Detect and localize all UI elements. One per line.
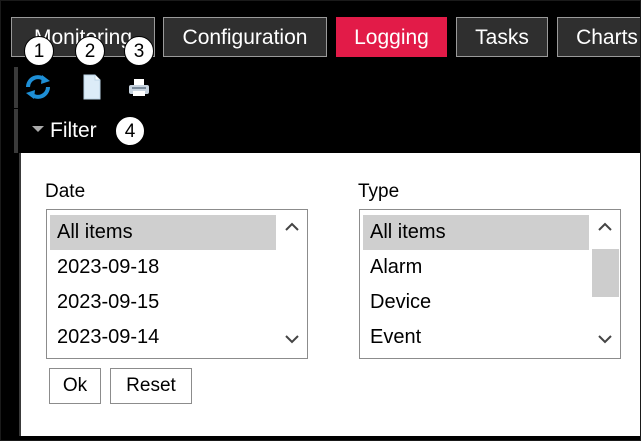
- type-item[interactable]: All items: [363, 215, 589, 250]
- date-scrollbar[interactable]: [278, 211, 306, 357]
- type-item[interactable]: Event: [363, 320, 589, 355]
- print-icon: [129, 79, 149, 96]
- scroll-down-button[interactable]: [591, 329, 619, 355]
- scroll-up-button[interactable]: [278, 217, 306, 243]
- chevron-down-icon: [598, 335, 612, 344]
- date-listbox[interactable]: All items 2023-09-18 2023-09-15 2023-09-…: [46, 209, 308, 359]
- tab-logging[interactable]: Logging: [336, 17, 447, 57]
- type-item[interactable]: Device: [363, 285, 589, 320]
- chevron-up-icon: [285, 222, 299, 231]
- date-item[interactable]: 2023-09-15: [50, 285, 276, 320]
- type-item[interactable]: Alarm: [363, 250, 589, 285]
- collapse-triangle-icon: [32, 126, 44, 133]
- callout-4: 4: [115, 116, 145, 146]
- scroll-down-button[interactable]: [278, 329, 306, 355]
- callout-3: 3: [124, 36, 154, 66]
- document-icon: [83, 74, 101, 100]
- date-item[interactable]: 2023-09-14: [50, 320, 276, 355]
- callout-2: 2: [75, 36, 105, 66]
- refresh-button[interactable]: [23, 72, 53, 102]
- logging-toolbar: [14, 67, 640, 108]
- type-label: Type: [358, 181, 400, 202]
- tab-tasks[interactable]: Tasks: [456, 17, 548, 57]
- reset-button[interactable]: Reset: [110, 368, 192, 404]
- date-item[interactable]: 2023-09-18: [50, 250, 276, 285]
- type-listbox[interactable]: All items Alarm Device Event: [359, 209, 621, 359]
- scroll-up-button[interactable]: [591, 217, 619, 243]
- filter-label: Filter: [50, 119, 97, 142]
- export-document-button[interactable]: [76, 72, 106, 102]
- refresh-icon: [26, 75, 50, 99]
- tab-configuration[interactable]: Configuration: [163, 17, 327, 57]
- filter-toggle[interactable]: Filter: [32, 118, 97, 144]
- date-item[interactable]: All items: [50, 215, 276, 250]
- filter-panel: Date All items 2023-09-18 2023-09-15 202…: [19, 153, 640, 436]
- date-label: Date: [45, 181, 86, 202]
- app-window: Monitoring Configuration Logging Tasks C…: [0, 0, 641, 441]
- ok-button[interactable]: Ok: [49, 368, 101, 404]
- type-scrollbar[interactable]: [591, 211, 619, 357]
- tab-charts[interactable]: Charts: [557, 17, 640, 57]
- filter-header: Filter: [14, 109, 640, 153]
- chevron-down-icon: [285, 335, 299, 344]
- scrollbar-thumb[interactable]: [592, 249, 619, 297]
- callout-1: 1: [24, 36, 54, 66]
- chevron-up-icon: [598, 222, 612, 231]
- print-button[interactable]: [124, 72, 154, 102]
